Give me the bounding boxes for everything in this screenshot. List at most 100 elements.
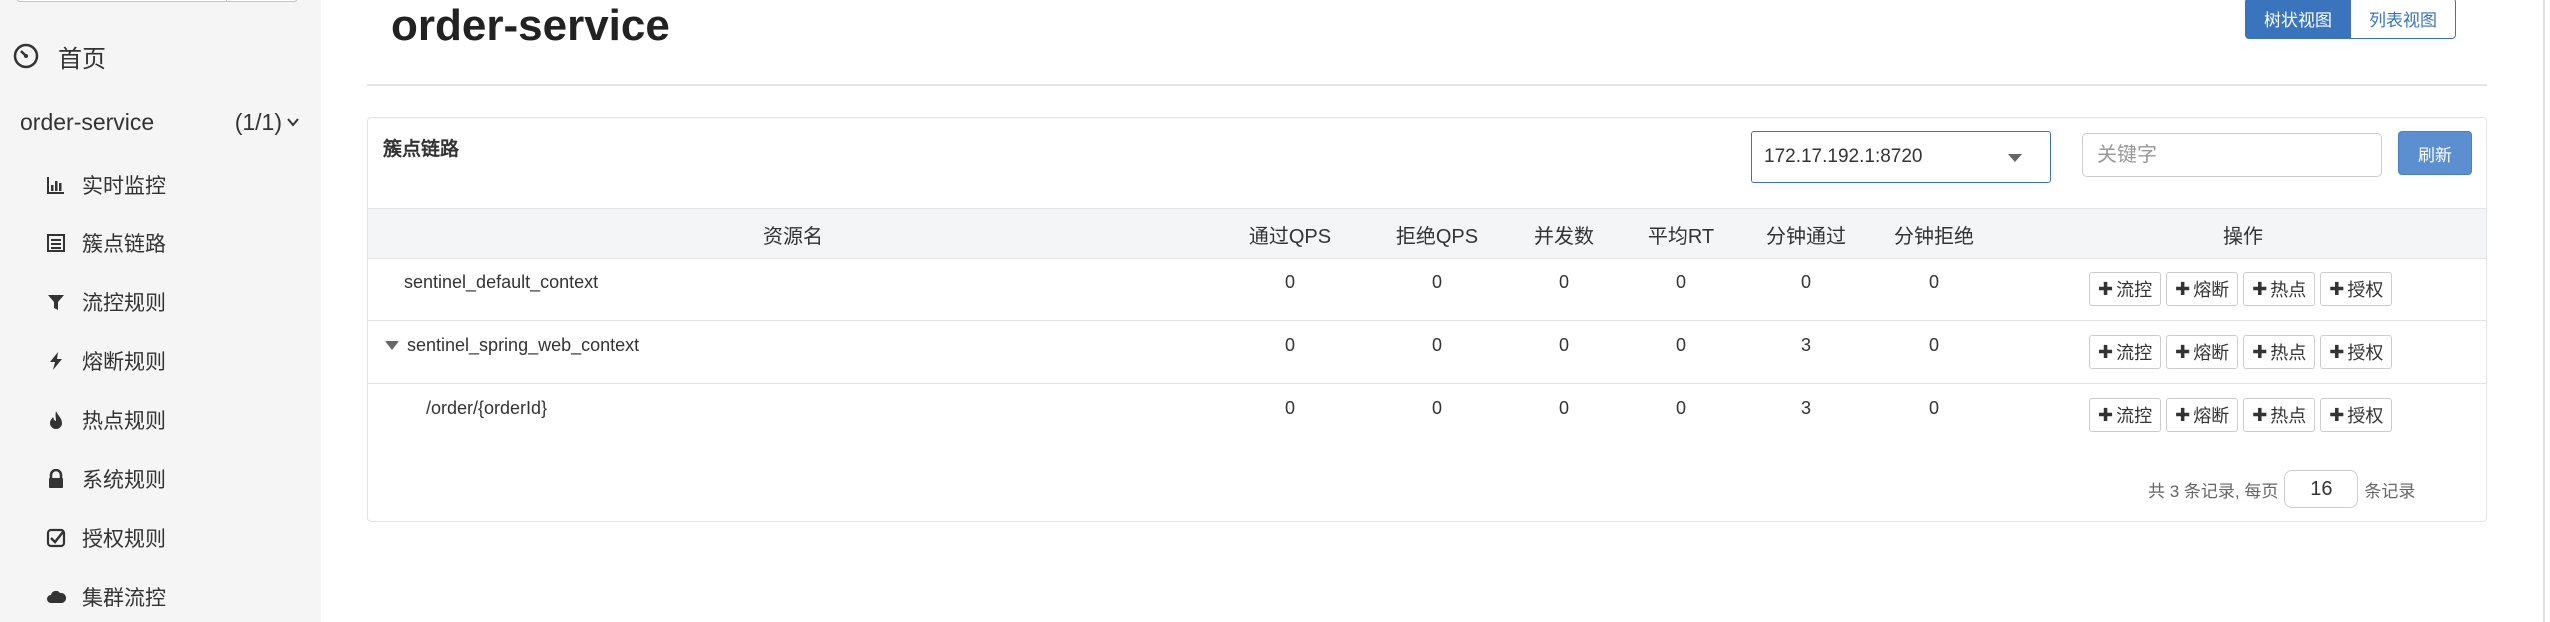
sidebar-item-cluster-link[interactable]: 簇点链路 <box>46 225 166 261</box>
pass-qps-cell: 0 <box>1284 272 1296 292</box>
sidebar-item-hotspot-rules[interactable]: 热点规则 <box>46 402 166 438</box>
table-row: /order/{orderId} 0 0 0 0 3 0 ✚ 流控 ✚ 熔断 ✚ 热点… <box>368 385 2486 447</box>
avg-rt-cell: 0 <box>1675 398 1687 418</box>
panel-title: 簇点链路 <box>383 139 460 160</box>
minute-pass-cell: 0 <box>1800 272 1812 292</box>
bar-chart-icon <box>46 175 66 195</box>
add-flow-rule-button[interactable]: ✚ 流控 <box>2089 272 2162 306</box>
fire-icon <box>46 410 66 430</box>
pass-qps-cell: 0 <box>1284 335 1296 355</box>
sidebar-item-authority-rules[interactable]: 授权规则 <box>46 520 166 556</box>
search-divider <box>226 0 227 1</box>
sidebar-item-label: 熔断规则 <box>82 351 166 374</box>
action-label: 热点 <box>2270 406 2307 426</box>
sidebar-item-realtime-monitor[interactable]: 实时监控 <box>46 167 166 203</box>
tree-view-button[interactable]: 树状视图 <box>2245 0 2351 39</box>
concurrency-cell: 0 <box>1558 335 1570 355</box>
sidebar-item-label: 簇点链路 <box>82 233 166 256</box>
action-label: 流控 <box>2116 406 2153 426</box>
add-hotspot-rule-button[interactable]: ✚ 热点 <box>2243 335 2316 369</box>
pager-prefix: 共 3 条记录, 每页 <box>2148 481 2279 501</box>
resource-name-expandable[interactable]: sentinel_spring_web_context <box>385 335 639 356</box>
add-degrade-rule-button[interactable]: ✚ 熔断 <box>2166 335 2239 369</box>
action-label: 熔断 <box>2193 343 2230 363</box>
minute-block-cell: 0 <box>1928 398 1940 418</box>
avg-rt-cell: 0 <box>1675 272 1687 292</box>
list-view-button[interactable]: 列表视图 <box>2351 0 2456 39</box>
machine-select[interactable]: 172.17.192.1:8720 <box>1751 131 2051 183</box>
caret-down-icon <box>2008 154 2022 162</box>
row-actions: ✚ 流控 ✚ 熔断 ✚ 热点 ✚ 授权 <box>2089 398 2397 432</box>
sidebar-item-flow-rules[interactable]: 流控规则 <box>46 284 166 320</box>
plus-icon: ✚ <box>2252 278 2268 299</box>
action-label: 热点 <box>2270 280 2307 300</box>
plus-icon: ✚ <box>2175 404 2191 425</box>
sidebar-item-cluster-flow[interactable]: 集群流控 <box>46 579 166 615</box>
column-header-concurrency: 并发数 <box>1534 226 1594 248</box>
sidebar-app-name: order-service <box>20 108 155 135</box>
add-flow-rule-button[interactable]: ✚ 流控 <box>2089 398 2162 432</box>
minute-pass-cell: 3 <box>1800 398 1812 418</box>
block-qps-cell: 0 <box>1431 398 1443 418</box>
plus-icon: ✚ <box>2098 404 2114 425</box>
pass-qps-cell: 0 <box>1284 398 1296 418</box>
row-actions: ✚ 流控 ✚ 熔断 ✚ 热点 ✚ 授权 <box>2089 272 2397 306</box>
minute-pass-cell: 3 <box>1800 335 1812 355</box>
plus-icon: ✚ <box>2329 278 2345 299</box>
column-header-resource: 资源名 <box>763 226 823 248</box>
filter-icon <box>46 292 66 312</box>
block-qps-cell: 0 <box>1431 272 1443 292</box>
resource-name: sentinel_default_context <box>404 272 599 292</box>
column-header-minute-pass: 分钟通过 <box>1766 226 1846 248</box>
column-header-actions: 操作 <box>2223 226 2263 248</box>
action-label: 流控 <box>2116 280 2153 300</box>
add-authority-rule-button[interactable]: ✚ 授权 <box>2320 335 2393 369</box>
row-actions: ✚ 流控 ✚ 熔断 ✚ 热点 ✚ 授权 <box>2089 335 2397 369</box>
table-header: 资源名 通过QPS 拒绝QPS 并发数 平均RT 分钟通过 分钟拒绝 操作 <box>368 208 2486 259</box>
page-size-input[interactable] <box>2284 470 2359 508</box>
plus-icon: ✚ <box>2329 404 2345 425</box>
plus-icon: ✚ <box>2098 278 2114 299</box>
concurrency-cell: 0 <box>1558 398 1570 418</box>
window-scrollbar[interactable] <box>2543 0 2545 622</box>
action-label: 授权 <box>2347 406 2384 426</box>
add-hotspot-rule-button[interactable]: ✚ 热点 <box>2243 272 2316 306</box>
add-degrade-rule-button[interactable]: ✚ 熔断 <box>2166 272 2239 306</box>
sidebar-search-box[interactable] <box>16 0 298 2</box>
action-label: 授权 <box>2347 343 2384 363</box>
sidebar-item-label: 实时监控 <box>82 175 166 198</box>
minute-block-cell: 0 <box>1928 272 1940 292</box>
cloud-icon <box>46 587 66 607</box>
sidebar-app-order-service[interactable]: order-service (1/1) <box>20 104 300 140</box>
resource-name: sentinel_spring_web_context <box>407 335 640 355</box>
add-authority-rule-button[interactable]: ✚ 授权 <box>2320 398 2393 432</box>
add-authority-rule-button[interactable]: ✚ 授权 <box>2320 272 2393 306</box>
sidebar-app-count: (1/1) <box>234 108 282 135</box>
plus-icon: ✚ <box>2252 404 2268 425</box>
plus-icon: ✚ <box>2252 341 2268 362</box>
add-flow-rule-button[interactable]: ✚ 流控 <box>2089 335 2162 369</box>
pagination: 共 3 条记录, 每页 条记录 <box>2148 470 2415 508</box>
add-degrade-rule-button[interactable]: ✚ 熔断 <box>2166 398 2239 432</box>
sidebar-item-degrade-rules[interactable]: 熔断规则 <box>46 343 166 379</box>
sidebar-item-system-rules[interactable]: 系统规则 <box>46 461 166 497</box>
sidebar-item-label: 流控规则 <box>82 292 166 315</box>
pager-suffix: 条记录 <box>2364 481 2416 501</box>
add-hotspot-rule-button[interactable]: ✚ 热点 <box>2243 398 2316 432</box>
minute-block-cell: 0 <box>1928 335 1940 355</box>
sidebar-item-home[interactable]: 首页 <box>12 38 106 74</box>
concurrency-cell: 0 <box>1558 272 1570 292</box>
keyword-input[interactable] <box>2082 133 2382 177</box>
title-divider <box>367 84 2487 86</box>
table-row: sentinel_default_context 0 0 0 0 0 0 ✚ 流控… <box>368 259 2486 321</box>
column-header-block-qps: 拒绝QPS <box>1395 226 1479 248</box>
column-header-pass-qps: 通过QPS <box>1248 226 1332 248</box>
refresh-button[interactable]: 刷新 <box>2398 131 2472 175</box>
collapse-triangle-icon[interactable] <box>385 341 399 350</box>
table-row: sentinel_spring_web_context 0 0 0 0 3 0 … <box>368 322 2486 384</box>
cluster-link-panel: 簇点链路 172.17.192.1:8720 刷新 资源名 通过QPS 拒绝QP… <box>367 117 2487 522</box>
chevron-down-icon <box>287 118 299 127</box>
sidebar: 首页 order-service (1/1) 实时监控 簇点链路 流控规则 熔断… <box>0 0 321 622</box>
list-icon <box>46 233 66 253</box>
bolt-icon <box>46 351 66 371</box>
